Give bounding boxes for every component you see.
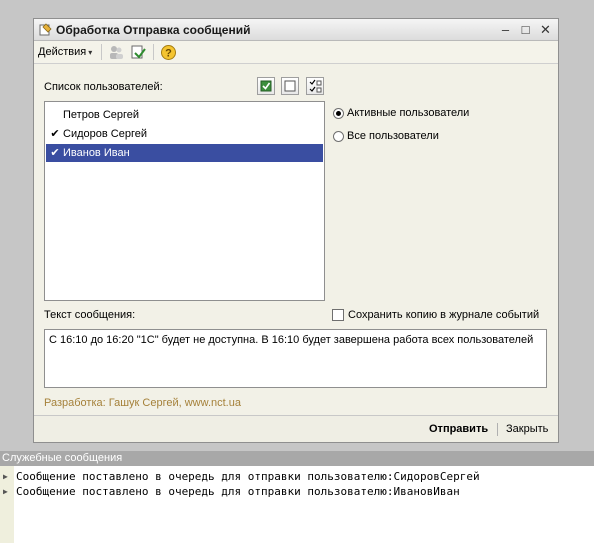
active-users-label[interactable]: Активные пользователи [347, 107, 469, 119]
invert-checks-icon [309, 79, 322, 93]
radio-selected-dot [336, 111, 341, 116]
user-name: Иванов Иван [63, 147, 130, 159]
service-message-text: Сообщение поставлено в очередь для отпра… [16, 470, 480, 483]
user-row[interactable]: Петров Сергей [46, 106, 323, 124]
processing-icon [39, 23, 52, 36]
svg-text:?: ? [165, 48, 172, 60]
users-list[interactable]: Петров Сергей ✔ Сидоров Сергей ✔ Иванов … [44, 101, 325, 301]
help-icon[interactable]: ? [160, 44, 177, 61]
all-users-label[interactable]: Все пользователи [347, 130, 439, 142]
close-form-button[interactable]: Закрыть [506, 423, 548, 435]
chevron-down-icon: ▾ [88, 48, 93, 57]
user-name: Сидоров Сергей [63, 128, 147, 140]
title-bar[interactable]: Обработка Отправка сообщений – □ ✕ [34, 19, 558, 41]
developer-credit: Разработка: Гашук Сергей, www.nct.ua [44, 397, 241, 409]
processing-window: Обработка Отправка сообщений – □ ✕ Дейст… [33, 18, 559, 443]
message-text-label: Текст сообщения: [44, 309, 136, 321]
footer-bar: Отправить Закрыть [34, 415, 558, 442]
toolbar-separator [153, 44, 154, 60]
service-messages-panel: Служебные сообщения ▶ Сообщение поставле… [0, 451, 594, 543]
empty-checkbox-icon [284, 80, 296, 92]
all-users-radio[interactable] [333, 131, 344, 142]
invert-checks-button[interactable] [306, 77, 324, 95]
triangle-right-icon: ▶ [3, 472, 8, 481]
message-text-field[interactable]: С 16:10 до 16:20 "1С" будет не доступна.… [44, 329, 547, 388]
user-row[interactable]: ✔ Сидоров Сергей [46, 125, 323, 143]
actions-label: Действия [38, 46, 87, 58]
user-row-selected[interactable]: ✔ Иванов Иван [46, 144, 323, 162]
window-title: Обработка Отправка сообщений [56, 23, 251, 37]
maximize-button[interactable]: □ [518, 22, 533, 37]
actions-menu[interactable]: Действия ▾ [38, 46, 92, 58]
check-all-button[interactable] [257, 77, 275, 95]
active-users-radio[interactable] [333, 108, 344, 119]
footer-separator [497, 423, 498, 436]
close-button[interactable]: ✕ [538, 22, 553, 37]
uncheck-all-button[interactable] [281, 77, 299, 95]
save-copy-checkbox[interactable] [332, 309, 344, 321]
check-all-icon [260, 80, 272, 92]
check-icon[interactable]: ✔ [49, 125, 61, 143]
minimize-button[interactable]: – [498, 22, 513, 37]
send-button[interactable]: Отправить [429, 423, 488, 435]
toolbar-separator [101, 44, 102, 60]
check-icon[interactable]: ✔ [49, 144, 61, 162]
service-message-text: Сообщение поставлено в очередь для отпра… [16, 485, 460, 498]
toolbar: Действия ▾ ? [34, 41, 558, 64]
triangle-right-icon: ▶ [3, 487, 8, 496]
service-messages-header: Служебные сообщения [0, 451, 594, 466]
save-copy-label[interactable]: Сохранить копию в журнале событий [348, 309, 539, 321]
user-name: Петров Сергей [63, 109, 140, 121]
send-document-icon[interactable] [130, 44, 147, 61]
users-list-label: Список пользователей: [44, 81, 163, 93]
users-icon[interactable] [108, 44, 125, 61]
